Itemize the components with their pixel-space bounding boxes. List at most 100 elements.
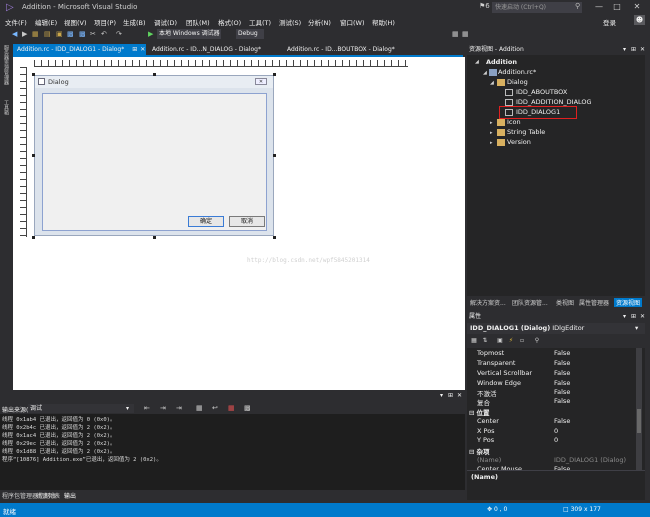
close-icon[interactable]: ✕ [640,44,645,55]
resize-handle[interactable] [153,236,156,239]
pin-icon[interactable]: ⊞ [448,392,453,399]
dropdown-icon[interactable]: ▾ [623,44,626,55]
sign-in-link[interactable]: 登录 [603,17,616,27]
next-message-icon[interactable]: ⇥ [176,403,182,413]
categorized-icon[interactable]: ▦ [470,337,478,345]
cancel-button[interactable]: 取消 [229,216,265,227]
start-debug-icon[interactable]: ▶ [148,29,153,39]
tree-item-icon-folder[interactable]: Icon [507,118,521,126]
output-source-select[interactable]: 调试 ▾ [28,404,134,413]
menu-tools[interactable]: 工具(T) [249,17,271,27]
resize-handle[interactable] [273,73,276,76]
chevron-down-icon[interactable]: ▾ [635,323,638,334]
menu-window[interactable]: 窗口(W) [340,17,365,27]
search-icon[interactable]: ⚲ [575,2,580,10]
menu-format[interactable]: 格式(O) [218,17,241,27]
property-pages-icon[interactable]: ⚲ [533,337,541,345]
properties-icon[interactable]: ▣ [496,337,504,345]
tree-item-aboutbox[interactable]: IDD_ABOUTBOX [516,88,567,96]
tree-item-addition-dialog[interactable]: IDD_ADDITION_DIALOG [516,98,592,106]
tree-item-version[interactable]: Version [507,138,531,146]
scroll-lock-icon[interactable]: ▩ [244,403,251,413]
redo-icon[interactable]: ↷ [116,29,122,39]
save-all-icon[interactable]: ▩ [79,29,86,39]
expanded-arrow-icon[interactable]: ◢ [483,70,487,76]
menu-help[interactable]: 帮助(H) [372,17,395,27]
resize-handle[interactable] [273,236,276,239]
dialog-client-area[interactable] [42,93,267,231]
dropdown-icon[interactable]: ▾ [440,392,443,399]
toolbox-tab[interactable]: 工具箱 [3,100,10,115]
previous-message-icon[interactable]: ⇥ [160,403,166,413]
doc-tab-dialog1[interactable]: Addition.rc - IDD_DIALOG1 - Dialog* ⊞ ✕ [13,44,146,55]
menu-debug[interactable]: 调试(D) [154,17,177,27]
category-misc[interactable]: ⊟ 杂项 [469,446,490,456]
open-file-icon[interactable]: ▤ [44,29,51,39]
prop-value[interactable]: False [554,397,570,405]
tab-output[interactable]: 输出 [64,491,76,500]
ruler-icon[interactable]: ▦ [462,29,469,39]
pin-icon[interactable]: ⊞ [132,46,137,53]
forward-icon[interactable]: ▶ [22,29,27,39]
pin-icon[interactable]: ⊞ [631,311,636,322]
toggle-wrap-icon[interactable]: ▦ [228,403,235,413]
messages-icon[interactable]: ▫ [518,337,526,345]
save-icon[interactable]: ▩ [67,29,74,39]
pin-icon[interactable]: ⊞ [631,44,636,55]
collapsed-arrow-icon[interactable]: ▸ [490,120,493,126]
tab-property-manager[interactable]: 属性管理器 [579,298,609,307]
quick-launch-input[interactable]: 快速启动 (Ctrl+Q) [492,2,582,13]
doc-tab-aboutbox[interactable]: Addition.rc - ID...BOUTBOX - Dialog* [283,44,395,55]
collapsed-arrow-icon[interactable]: ▸ [490,140,493,146]
layout-grid-icon[interactable]: ▦ [452,29,459,39]
tab-team-explorer[interactable]: 团队资源管... [512,298,548,307]
close-tab-icon[interactable]: ✕ [140,46,145,53]
prop-value[interactable]: False [554,369,570,377]
close-icon[interactable]: ✕ [457,392,462,399]
tree-item-addition[interactable]: Addition [486,58,517,66]
ok-button[interactable]: 确定 [188,216,224,227]
tree-item-string-table[interactable]: String Table [507,128,545,136]
expanded-arrow-icon[interactable]: ◢ [475,59,479,65]
debugger-target-combo[interactable]: 本地 Windows 调试器 [157,29,221,39]
minimize-button[interactable]: — [592,1,606,13]
back-icon[interactable]: ◀ [12,29,17,39]
dialog-close-icon[interactable]: ✕ [255,78,267,85]
menu-build[interactable]: 生成(B) [123,17,146,27]
category-position[interactable]: ⊟ 位置 [469,407,490,417]
resize-handle[interactable] [32,154,35,157]
go-to-message-icon[interactable]: ⇤ [144,403,150,413]
prop-value[interactable]: 0 [554,436,558,444]
vertical-ruler[interactable] [20,67,27,237]
resize-handle[interactable] [32,73,35,76]
tree-item-dialog-folder[interactable]: Dialog [507,78,528,86]
resize-handle[interactable] [153,73,156,76]
tab-class-view[interactable]: 类视图 [556,298,574,307]
dropdown-icon[interactable]: ▾ [623,311,626,322]
close-button[interactable]: ✕ [630,1,644,13]
menu-project[interactable]: 项目(P) [94,17,116,27]
word-wrap-icon[interactable]: ↩ [212,403,218,413]
new-project-icon[interactable]: ▦ [32,29,39,39]
prop-value[interactable]: IDD_DIALOG1 (Dialog) [554,456,626,464]
account-icon[interactable]: ☻ [634,15,645,25]
menu-test[interactable]: 测试(S) [279,17,301,27]
clear-all-icon[interactable]: ▦ [196,403,203,413]
prop-value[interactable]: False [554,379,570,387]
collapsed-arrow-icon[interactable]: ▸ [490,130,493,136]
prop-value[interactable]: False [554,349,570,357]
menu-analyze[interactable]: 分析(N) [308,17,331,27]
resize-handle[interactable] [273,154,276,157]
prop-value[interactable]: False [554,359,570,367]
horizontal-ruler[interactable] [34,60,408,67]
tree-item-rc[interactable]: Addition.rc* [498,68,536,76]
menu-edit[interactable]: 编辑(E) [35,17,57,27]
menu-file[interactable]: 文件(F) [5,17,27,27]
prop-value[interactable]: False [554,417,570,425]
maximize-button[interactable]: □ [610,1,624,13]
properties-scroll-thumb[interactable] [637,409,641,433]
server-explorer-tab[interactable]: 服务器资源管理器 [3,45,10,85]
chevron-down-icon[interactable]: ▾ [126,404,129,413]
properties-object-selector[interactable]: IDD_DIALOG1 (Dialog) IDlgEditor ▾ [467,323,645,334]
open-folder-icon[interactable]: ▣ [56,29,63,39]
